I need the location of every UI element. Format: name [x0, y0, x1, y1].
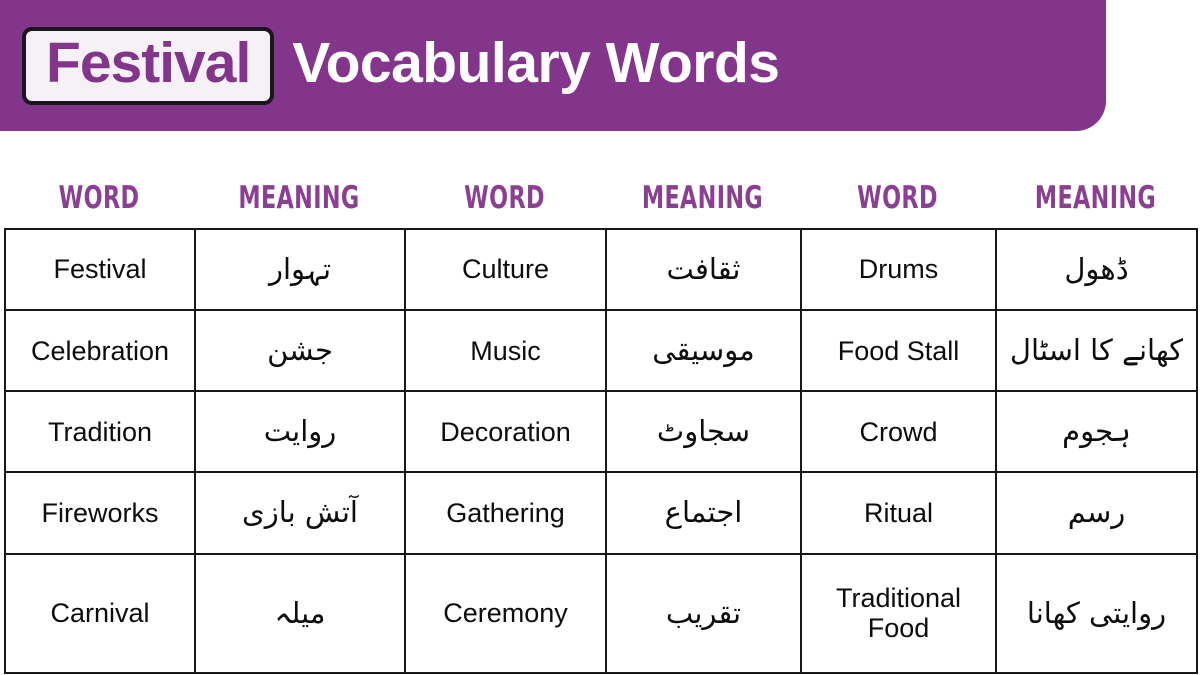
meaning-cell: موسیقی — [605, 309, 802, 393]
table-row: Carnival میلہ Ceremony تقریب Traditional… — [4, 552, 1198, 674]
word-cell: Decoration — [404, 390, 607, 474]
column-header-row: WORD MEANING WORD MEANING WORD MEANING — [4, 172, 1196, 224]
word-cell: Food Stall — [800, 309, 997, 393]
page-title: Vocabulary Words — [292, 30, 780, 95]
meaning-cell: روایتی کھانا — [995, 552, 1198, 674]
meaning-cell: کھانے کا اسٹال — [995, 309, 1198, 393]
meaning-cell: میلہ — [194, 552, 406, 674]
vocabulary-table: Festival تہوار Culture ثقافت Drums ڈھول … — [4, 227, 1198, 674]
word-cell: Fireworks — [4, 471, 196, 555]
column-header-meaning-1: MEANING — [238, 180, 360, 216]
festival-badge: Festival — [22, 26, 275, 105]
word-cell: Ritual — [800, 471, 997, 555]
word-cell: Festival — [4, 227, 196, 312]
table-row: Fireworks آتش بازی Gathering اجتماع Ritu… — [4, 471, 1198, 555]
word-cell: Tradition — [4, 390, 196, 474]
word-cell: Ceremony — [404, 552, 607, 674]
meaning-cell: ثقافت — [605, 227, 802, 312]
column-header-word-3: WORD — [857, 180, 938, 216]
meaning-cell: سجاوٹ — [605, 390, 802, 474]
word-cell: Crowd — [800, 390, 997, 474]
column-header-meaning-3: MEANING — [1034, 180, 1157, 216]
meaning-cell: ہجوم — [995, 390, 1198, 474]
column-header-meaning-2: MEANING — [641, 180, 764, 216]
word-cell: Music — [404, 309, 607, 393]
meaning-cell: ڈھول — [995, 227, 1198, 312]
meaning-cell: آتش بازی — [194, 471, 406, 555]
word-cell: Drums — [800, 227, 997, 312]
meaning-cell: تہوار — [194, 227, 406, 312]
meaning-cell: جشن — [194, 309, 406, 393]
word-cell: Carnival — [4, 552, 196, 674]
table-row: Celebration جشن Music موسیقی Food Stall … — [4, 309, 1198, 393]
page-header-banner: Festival Vocabulary Words — [0, 0, 1106, 131]
meaning-cell: تقریب — [605, 552, 802, 674]
column-header-word-2: WORD — [464, 180, 545, 216]
column-header-word-1: WORD — [58, 180, 140, 216]
meaning-cell: روایت — [194, 390, 406, 474]
word-cell: Traditional Food — [800, 552, 997, 674]
meaning-cell: رسم — [995, 471, 1198, 555]
table-row: Festival تہوار Culture ثقافت Drums ڈھول — [4, 227, 1198, 312]
word-cell: Culture — [404, 227, 607, 312]
table-row: Tradition روایت Decoration سجاوٹ Crowd ہ… — [4, 390, 1198, 474]
word-cell: Celebration — [4, 309, 196, 393]
meaning-cell: اجتماع — [605, 471, 802, 555]
word-cell: Gathering — [404, 471, 607, 555]
